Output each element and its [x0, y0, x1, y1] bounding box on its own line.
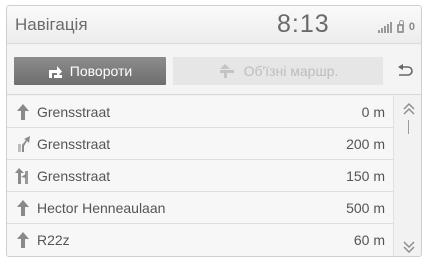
direction-row[interactable]: Hector Henneaulaan 500 m: [7, 192, 393, 224]
screen-title: Навігація: [15, 15, 88, 34]
back-button[interactable]: [391, 57, 419, 85]
straight-arrow-icon: [17, 104, 29, 120]
tab-detour-routes[interactable]: Об'їзні маршр.: [173, 57, 383, 85]
street-name: Grensstraat: [37, 168, 111, 184]
distance: 60 m: [353, 232, 385, 248]
distance: 500 m: [346, 200, 385, 216]
scroll-up-icon[interactable]: [402, 102, 416, 116]
tab-detour-label: Об'їзні маршр.: [243, 63, 339, 79]
detour-icon: [218, 64, 236, 78]
straight-arrow-icon: [17, 200, 29, 216]
tab-turns-label: Повороти: [69, 63, 133, 79]
straight-arrow-icon: [17, 232, 29, 248]
scroll-down-icon[interactable]: [402, 240, 416, 254]
distance: 0 m: [361, 104, 385, 120]
slight-right-arrow-icon: [18, 136, 30, 152]
keep-left-arrow-icon: [15, 168, 28, 184]
signal-strength-icon: [377, 22, 392, 33]
direction-row[interactable]: Grensstraat 150 m: [7, 160, 393, 192]
distance: 200 m: [346, 136, 385, 152]
lock-icon: [396, 20, 404, 33]
clock: 8:13: [277, 10, 330, 38]
tab-bar: Повороти Об'їзні маршр.: [7, 45, 421, 95]
directions-list: Grensstraat 0 m Grensstraat 200 m Grenss…: [7, 96, 393, 256]
street-name: Grensstraat: [37, 136, 111, 152]
status-indicators: 0: [377, 19, 415, 33]
header-bar: Навігація 8:13 0: [7, 6, 421, 44]
street-name: Hector Henneaulaan: [37, 200, 166, 216]
distance: 150 m: [346, 168, 385, 184]
direction-row[interactable]: R22z 60 m: [7, 224, 393, 256]
direction-row[interactable]: Grensstraat 200 m: [7, 128, 393, 160]
direction-row[interactable]: Grensstraat 0 m: [7, 96, 393, 128]
navigation-screen: Навігація 8:13 0 Повороти Об'їзні маршр.…: [6, 5, 422, 257]
street-name: R22z: [37, 232, 70, 248]
scroll-thumb[interactable]: [408, 120, 409, 134]
status-badge: 0: [408, 21, 415, 33]
back-arrow-icon: [398, 64, 413, 76]
scrollbar[interactable]: [393, 96, 421, 256]
turn-list-icon: [48, 64, 62, 78]
street-name: Grensstraat: [37, 104, 111, 120]
tab-turns[interactable]: Повороти: [14, 57, 166, 85]
